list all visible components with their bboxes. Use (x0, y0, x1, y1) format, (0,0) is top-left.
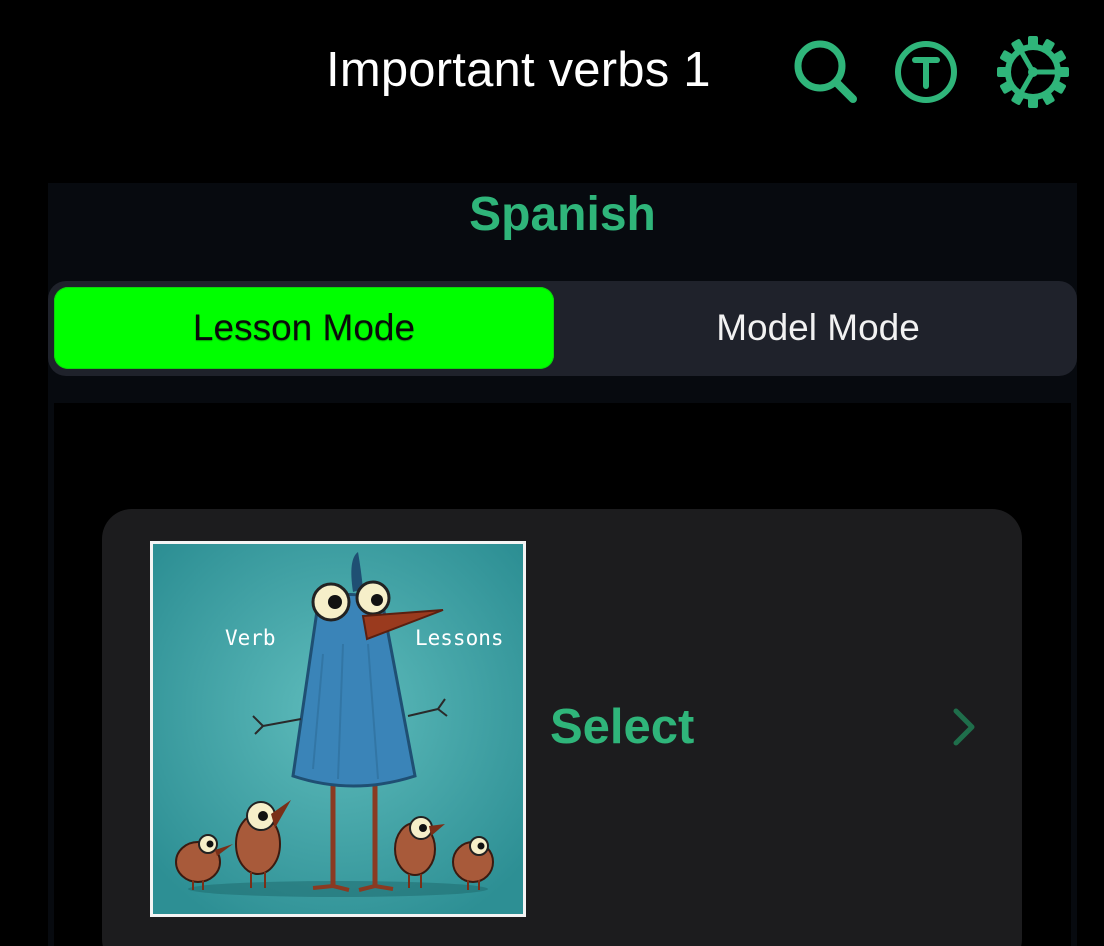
search-button[interactable] (790, 38, 860, 104)
app-screen: Important verbs 1 Spanish Lesson Mode Mo… (0, 0, 1104, 946)
gear-icon (997, 36, 1069, 108)
select-label[interactable]: Select (550, 695, 694, 759)
language-panel: Spanish Lesson Mode Model Mode Verb Less… (48, 183, 1077, 946)
lesson-content-area: Verb Lessons Select (54, 403, 1071, 946)
lesson-mode-tab[interactable]: Lesson Mode (54, 287, 554, 369)
settings-button[interactable] (995, 36, 1071, 108)
verb-lessons-thumbnail: Verb Lessons (150, 541, 526, 917)
language-title: Spanish (469, 188, 656, 241)
search-icon (794, 40, 857, 103)
page-title: Important verbs 1 (326, 43, 711, 97)
thumbnail-word-lessons: Lessons (415, 626, 504, 650)
verb-lessons-card[interactable]: Verb Lessons Select (102, 509, 1022, 946)
bird-illustration-icon (153, 544, 523, 914)
translate-button[interactable] (892, 40, 960, 104)
chevron-right-icon[interactable] (950, 705, 978, 749)
model-mode-tab[interactable]: Model Mode (564, 287, 1072, 369)
mode-segmented-control: Lesson Mode Model Mode (48, 281, 1077, 376)
thumbnail-word-verb: Verb (225, 626, 276, 650)
t-circle-icon (895, 41, 957, 103)
